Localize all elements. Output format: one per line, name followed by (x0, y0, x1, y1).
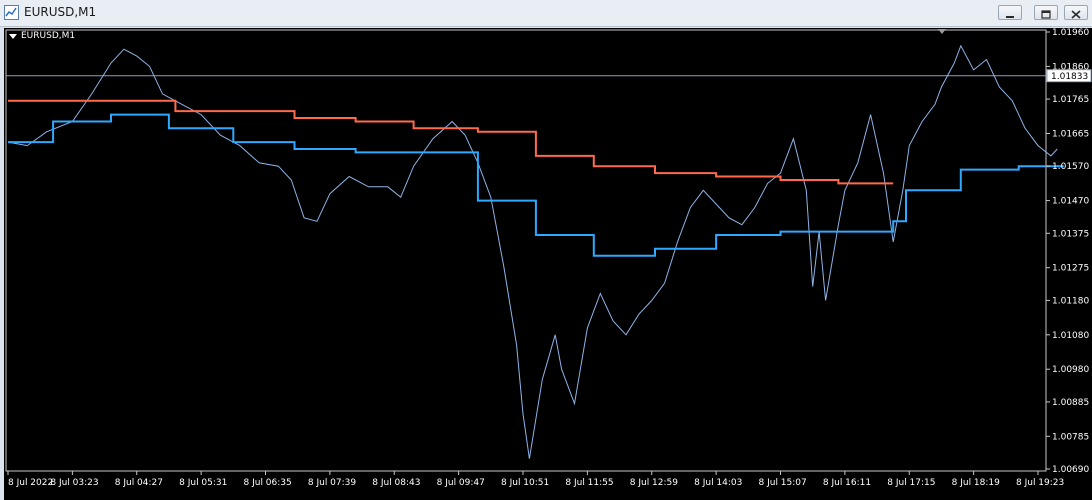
minimize-icon (1006, 16, 1014, 18)
x-tick-label: 8 Jul 10:51 (501, 478, 549, 488)
minimize-button[interactable] (998, 5, 1022, 20)
x-tick-label: 8 Jul 19:23 (1016, 478, 1064, 488)
plot-border (5, 29, 1047, 472)
close-button[interactable] (1064, 5, 1088, 20)
price-series (7, 44, 1058, 459)
x-tick-label: 8 Jul 03:23 (50, 478, 98, 488)
close-icon (1071, 10, 1081, 19)
x-tick-label: 8 Jul 09:47 (437, 478, 485, 488)
y-tick-label: 1.01960 (1052, 28, 1089, 38)
restore-icon (1041, 10, 1051, 19)
current-price-label: 1.01833 (1051, 72, 1088, 82)
y-tick-label: 1.01665 (1052, 130, 1089, 140)
upper-channel-series (8, 99, 894, 185)
title-bar[interactable]: EURUSD,M1 (0, 0, 1092, 27)
x-tick-label: 8 Jul 08:43 (372, 478, 420, 488)
x-tick-label: 8 Jul 11:55 (565, 478, 613, 488)
dropdown-arrow-icon[interactable] (9, 34, 17, 39)
x-tick-label: 8 Jul 12:59 (630, 478, 679, 488)
x-tick-label: 8 Jul 17:15 (887, 478, 935, 488)
y-tick-label: 1.00785 (1052, 432, 1089, 442)
y-tick-label: 1.01765 (1052, 95, 1089, 105)
y-tick-label: 1.01570 (1052, 162, 1089, 172)
x-tick-label: 8 Jul 07:39 (308, 478, 357, 488)
y-tick-label: 1.01180 (1052, 296, 1089, 306)
price-chart[interactable]: 1.019601.018601.017651.016651.015701.014… (4, 28, 1092, 500)
y-tick-label: 1.01080 (1052, 331, 1089, 341)
chart-area[interactable]: 1.01960 1.01860 1.01765 1.01665 1.01570 1.014… (4, 28, 1092, 500)
y-tick-label: 1.00690 (1052, 465, 1089, 475)
x-tick-label: 8 Jul 06:35 (244, 478, 292, 488)
restore-button[interactable] (1034, 5, 1058, 20)
chart-window: EURUSD,M1 1.01960 1.01860 1.01765 1.01665 1.… (0, 0, 1092, 500)
y-tick-label: 1.00980 (1052, 365, 1089, 375)
x-tick-label: 8 Jul 04:27 (115, 478, 163, 488)
x-tick-label: 8 Jul 16:11 (823, 478, 871, 488)
window-title: EURUSD,M1 (24, 5, 97, 19)
chart-symbol-label: EURUSD,M1 (21, 31, 76, 41)
y-tick-label: 1.01470 (1052, 197, 1089, 207)
x-tick-label: 8 Jul 14:03 (694, 478, 742, 488)
y-tick-label: 1.00885 (1052, 398, 1089, 408)
chart-app-icon (4, 5, 19, 20)
y-tick-label: 1.01375 (1052, 229, 1089, 239)
y-tick-label: 1.01275 (1052, 264, 1089, 274)
x-tick-label: 8 Jul 05:31 (179, 478, 227, 488)
chart-shift-marker-icon[interactable] (938, 29, 946, 34)
x-tick-label: 8 Jul 2022 (8, 478, 53, 488)
x-tick-label: 8 Jul 15:07 (759, 478, 807, 488)
x-tick-label: 8 Jul 18:19 (952, 478, 1001, 488)
